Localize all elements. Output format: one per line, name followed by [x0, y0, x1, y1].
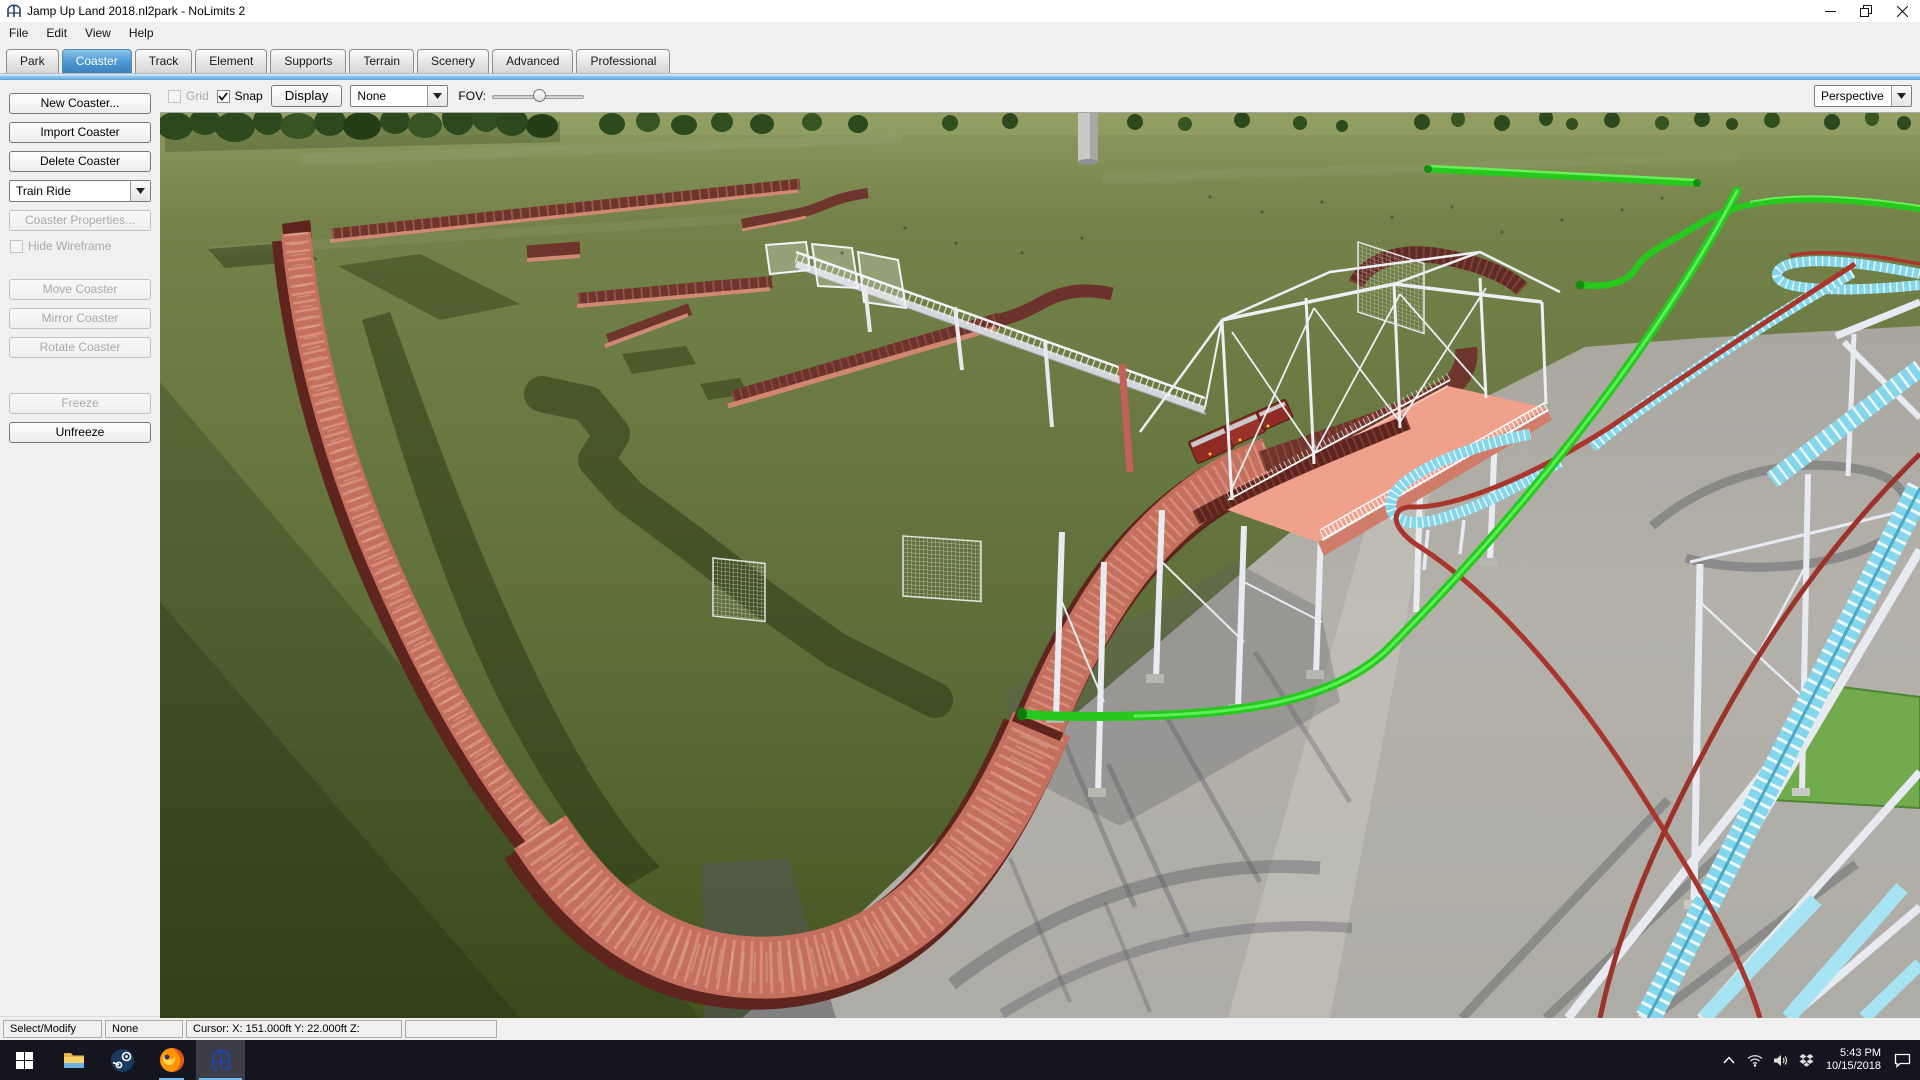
move-coaster-button[interactable]: Move Coaster: [9, 279, 151, 300]
tab-scenery[interactable]: Scenery: [417, 49, 489, 73]
tab-track[interactable]: Track: [135, 49, 193, 73]
menu-bar: File Edit View Help: [0, 22, 1920, 45]
taskbar-file-explorer[interactable]: [49, 1040, 98, 1080]
view-select[interactable]: Perspective: [1814, 85, 1912, 107]
tab-coaster[interactable]: Coaster: [62, 49, 132, 73]
tab-supports[interactable]: Supports: [270, 49, 346, 73]
grid-checkbox[interactable]: [168, 90, 181, 103]
hide-wireframe-checkbox[interactable]: [10, 240, 23, 253]
status-selection: None Selected: [105, 1020, 183, 1038]
fov-slider[interactable]: [492, 87, 584, 105]
grid-label: Grid: [186, 89, 209, 103]
tray-chevron-up-icon[interactable]: [1716, 1056, 1742, 1064]
menu-file[interactable]: File: [0, 23, 37, 43]
tab-advanced[interactable]: Advanced: [492, 49, 573, 73]
taskbar: 5:43 PM 10/15/2018: [0, 1040, 1920, 1080]
unfreeze-button[interactable]: Unfreeze: [9, 422, 151, 443]
close-button[interactable]: [1884, 0, 1920, 22]
tab-element[interactable]: Element: [195, 49, 267, 73]
import-coaster-button[interactable]: Import Coaster: [9, 122, 151, 143]
taskbar-nolimits2[interactable]: [196, 1040, 245, 1080]
clock-date: 10/15/2018: [1826, 1060, 1881, 1073]
minimize-button[interactable]: [1812, 0, 1848, 22]
clock-time: 5:43 PM: [1826, 1047, 1881, 1060]
view-toolbar: Grid Snap Display None FOV:: [160, 80, 1920, 112]
title-bar: Jamp Up Land 2018.nl2park - NoLimits 2: [0, 0, 1920, 22]
taskbar-steam[interactable]: [98, 1040, 147, 1080]
display-button[interactable]: Display: [271, 85, 343, 107]
coaster-select-value: Train Ride: [10, 181, 130, 201]
menu-edit[interactable]: Edit: [37, 23, 76, 43]
speaker-icon[interactable]: [1768, 1054, 1794, 1067]
status-extra: [405, 1020, 497, 1038]
menu-view[interactable]: View: [76, 23, 120, 43]
restore-icon: [1860, 5, 1872, 17]
action-center-icon[interactable]: [1889, 1053, 1915, 1068]
tab-bar: Park Coaster Track Element Supports Terr…: [0, 45, 1920, 73]
chevron-down-icon: [1891, 86, 1911, 106]
chevron-down-icon: [427, 86, 447, 106]
fov-label: FOV:: [458, 89, 486, 103]
hide-wireframe-label: Hide Wireframe: [28, 239, 111, 253]
start-button[interactable]: [0, 1040, 49, 1080]
coaster-sidebar: New Coaster... Import Coaster Delete Coa…: [0, 80, 160, 1016]
tab-professional[interactable]: Professional: [576, 49, 670, 73]
delete-coaster-button[interactable]: Delete Coaster: [9, 151, 151, 172]
chevron-down-icon: [130, 181, 150, 201]
taskbar-clock[interactable]: 5:43 PM 10/15/2018: [1826, 1047, 1881, 1073]
dropbox-icon[interactable]: [1794, 1053, 1820, 1067]
new-coaster-button[interactable]: New Coaster...: [9, 93, 151, 114]
hide-wireframe-row[interactable]: Hide Wireframe: [10, 239, 160, 253]
nolimits2-window: Jamp Up Land 2018.nl2park - NoLimits 2 F…: [0, 0, 1920, 1080]
minimize-icon: [1825, 6, 1836, 17]
app-icon: [6, 3, 22, 19]
windows-logo-icon: [16, 1052, 33, 1069]
fov-slider-knob[interactable]: [533, 89, 546, 102]
nolimits2-icon: [209, 1048, 233, 1072]
snap-label: Snap: [235, 89, 263, 103]
mode-select-value: None: [351, 86, 427, 106]
water-tower: [1078, 113, 1098, 165]
file-explorer-icon: [62, 1048, 86, 1072]
check-icon: [218, 92, 228, 101]
view-select-value: Perspective: [1815, 86, 1891, 106]
restore-button[interactable]: [1848, 0, 1884, 22]
status-bar: Select/Modify None Selected Cursor: X: 1…: [0, 1016, 1920, 1040]
tab-accent-line: [0, 73, 1920, 80]
status-mode: Select/Modify: [3, 1020, 102, 1038]
tab-terrain[interactable]: Terrain: [349, 49, 414, 73]
steam-icon: [110, 1048, 135, 1073]
rotate-coaster-button[interactable]: Rotate Coaster: [9, 337, 151, 358]
mirror-coaster-button[interactable]: Mirror Coaster: [9, 308, 151, 329]
window-title: Jamp Up Land 2018.nl2park - NoLimits 2: [27, 4, 245, 18]
freeze-button[interactable]: Freeze: [9, 393, 151, 414]
close-icon: [1897, 6, 1908, 17]
taskbar-firefox[interactable]: [147, 1040, 196, 1080]
firefox-icon: [159, 1047, 185, 1073]
wifi-icon[interactable]: [1742, 1054, 1768, 1067]
viewport-3d[interactable]: [160, 112, 1920, 1016]
coaster-properties-button[interactable]: Coaster Properties...: [9, 210, 151, 231]
mode-select[interactable]: None: [350, 85, 448, 107]
snap-checkbox[interactable]: [217, 90, 230, 103]
coaster-select[interactable]: Train Ride: [9, 180, 151, 202]
status-cursor: Cursor: X: 151.000ft Y: 22.000ft Z: -185…: [186, 1020, 402, 1038]
tab-park[interactable]: Park: [6, 49, 59, 73]
system-tray: 5:43 PM 10/15/2018: [1716, 1040, 1920, 1080]
menu-help[interactable]: Help: [120, 23, 163, 43]
